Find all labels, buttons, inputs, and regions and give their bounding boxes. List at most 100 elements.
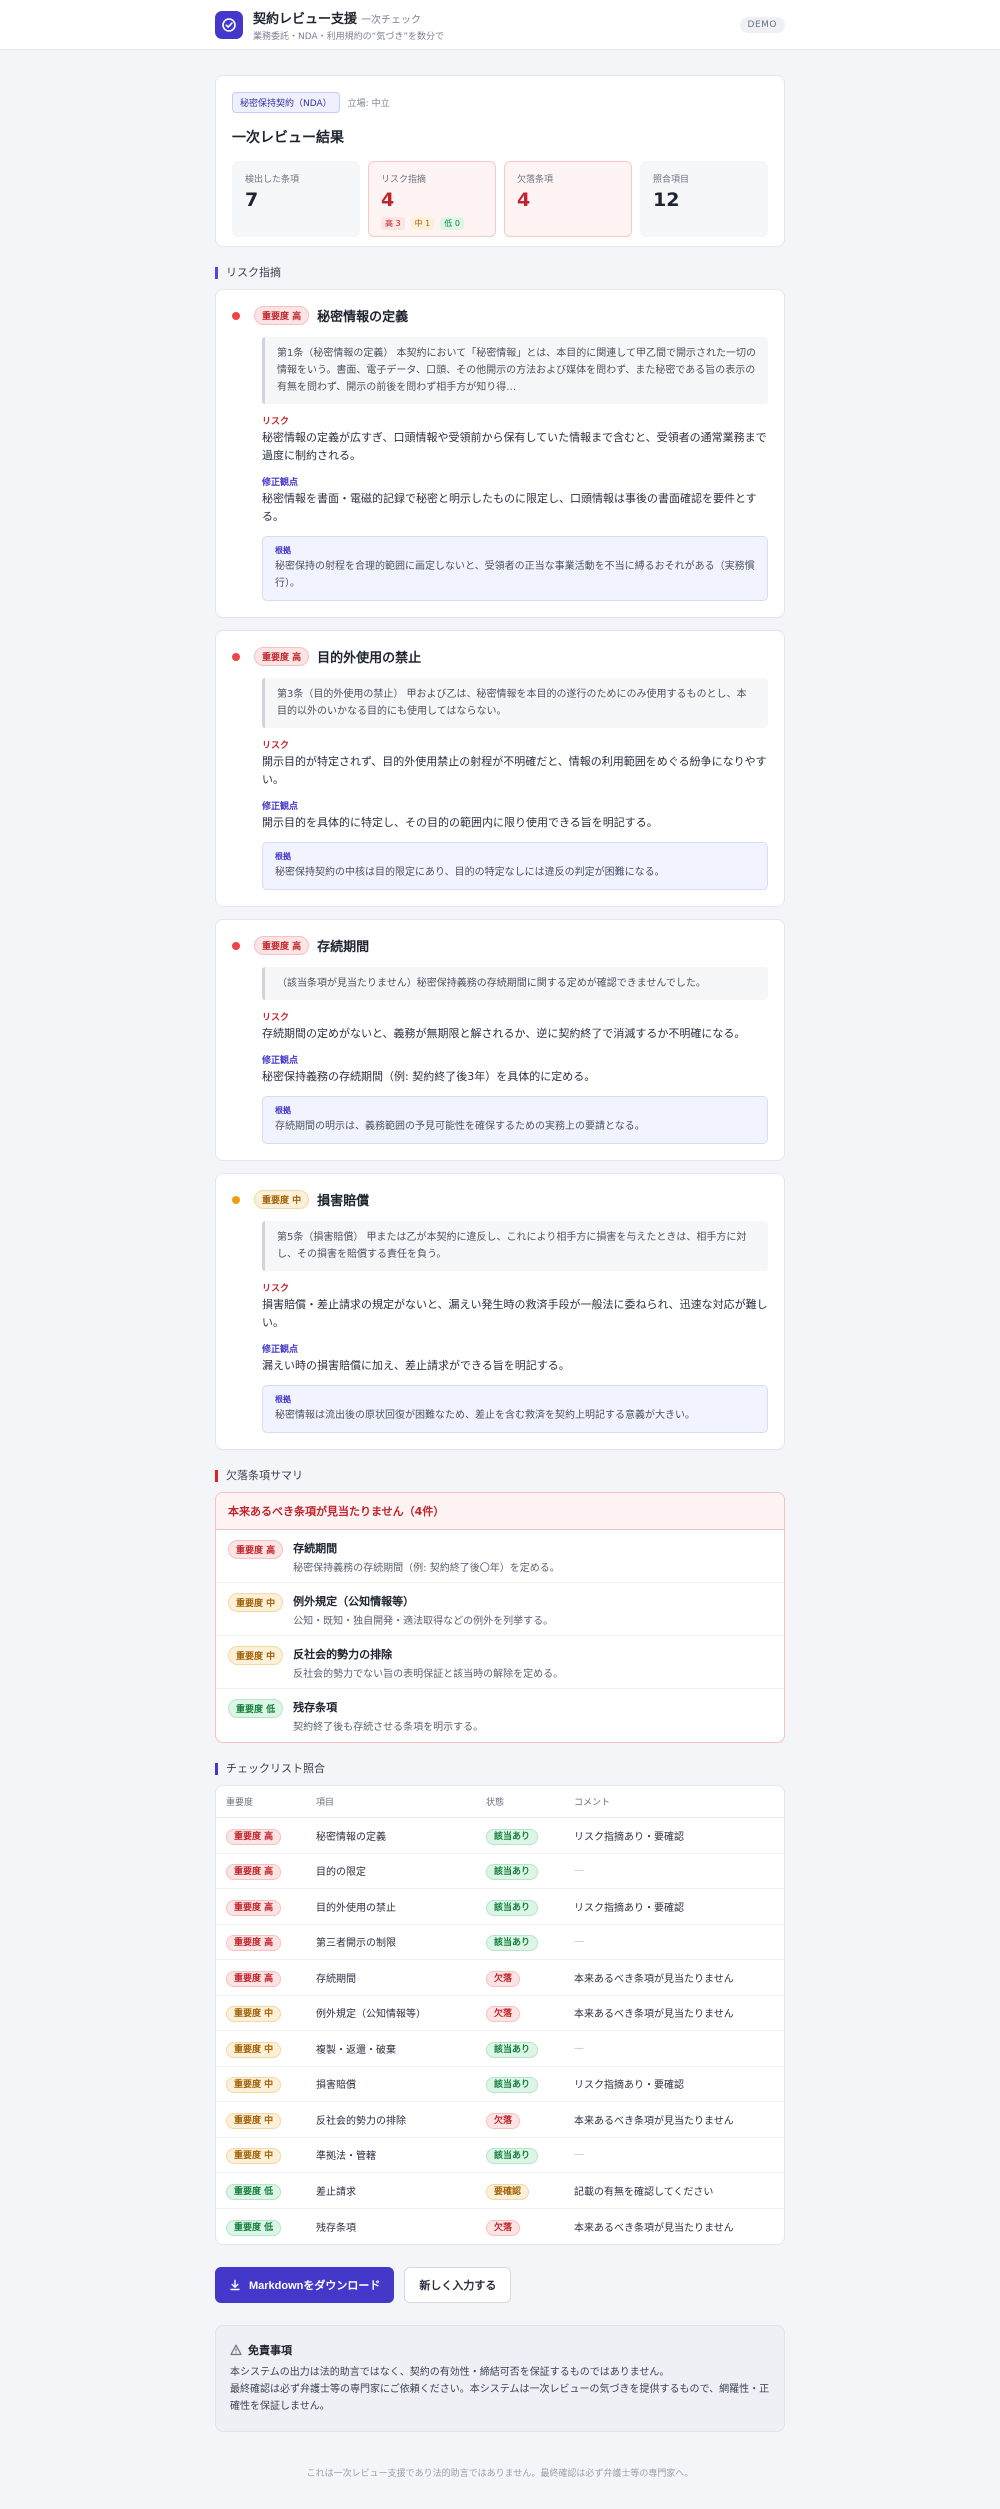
- item-name: 第三者開示の制限: [306, 1924, 476, 1960]
- checklist-table: 重要度 項目 状態 コメント 重要度 高秘密情報の定義 該当あり リスク指摘あり・要…: [216, 1786, 784, 2244]
- item-name: 目的外使用の禁止: [306, 1888, 476, 1925]
- severity-badge: 重要度 中: [228, 1593, 284, 1612]
- status-badge: 該当あり: [486, 1899, 539, 1916]
- column-header: 状態: [476, 1786, 564, 1818]
- risk-label: リスク: [262, 741, 290, 751]
- status-badge: 欠落: [486, 2006, 521, 2023]
- comment-cell: リスク指摘あり・要確認: [564, 1888, 784, 1925]
- stat-detected-clauses: 検出した条項 7: [232, 161, 360, 237]
- severity-dot: [232, 311, 240, 320]
- status-badge: 該当あり: [486, 1935, 539, 1952]
- table-row: 重要度 高 第三者開示の制限 該当あり —: [216, 1924, 784, 1960]
- risk-text: 秘密情報の定義が広すぎ、口頭情報や受領前から保有していた情報まで含むと、受領者の…: [262, 431, 767, 462]
- contract-type-chip: 秘密保持契約（NDA）: [232, 92, 340, 113]
- missing-item: 重要度 低 残存条項 契約終了後も存続させる条項を明示する。: [216, 1689, 784, 1742]
- risk-text: 損害賠償・差止請求の規定がないと、漏えい発生時の救済手段が一般法に委ねられ、迅速…: [262, 1298, 768, 1329]
- severity-dot: [232, 652, 240, 661]
- column-header: 項目: [306, 1786, 476, 1818]
- comment-cell: リスク指摘あり・要確認: [564, 1817, 784, 1854]
- fix-label: 修正観点: [262, 478, 299, 488]
- comment-cell: 本来あるべき条項が見当たりません: [564, 1959, 784, 1996]
- warning-icon: [230, 2344, 242, 2355]
- column-header: 重要度: [216, 1786, 306, 1818]
- severity-dot: [232, 1195, 240, 1204]
- basis-box: 根拠 秘密情報は流出後の原状回復が困難なため、差止を含む救済を契約上明記する意義…: [262, 1385, 768, 1433]
- item-name: 準拠法・管轄: [306, 2137, 476, 2173]
- severity-badge: 重要度 中: [226, 2148, 282, 2165]
- comment-cell: —: [564, 1924, 784, 1960]
- table-row: 重要度 高 目的の限定 該当あり —: [216, 1853, 784, 1889]
- comment-cell: —: [564, 2030, 784, 2067]
- item-name: 存続期間: [306, 1959, 476, 1996]
- missing-header: 本来あるべき条項が見当たりません（4件）: [216, 1493, 784, 1530]
- basis-box: 根拠 存続期間の明示は、義務範囲の予見可能性を確保するための実務上の要請となる。: [262, 1096, 768, 1144]
- stance-label: 立場: 中立: [347, 99, 390, 109]
- risk-title: 秘密情報の定義: [317, 310, 409, 325]
- fix-text: 漏えい時の損害賠償に加え、差止請求ができる旨を明記する。: [262, 1359, 570, 1372]
- severity-badge: 重要度 中: [226, 2041, 282, 2058]
- fix-text: 秘密保持義務の存続期間（例: 契約終了後3年）を具体的に定める。: [262, 1070, 596, 1083]
- table-row: 重要度 中 損害賠償 該当あり リスク指摘あり・要確認: [216, 2066, 784, 2102]
- missing-clauses-card: 本来あるべき条項が見当たりません（4件） 重要度 高 存続期間 秘密保持義務の存続…: [215, 1492, 785, 1743]
- disclaimer-box: 免責事項 本システムの出力は法的助言ではなく、契約の有効性・締結可否を保証するも…: [215, 2324, 785, 2432]
- clause-quote: 第1条（秘密情報の定義） 本契約において「秘密情報」とは、本目的に関連して甲乙間…: [262, 337, 768, 404]
- summary-title: 一次レビュー結果: [232, 130, 344, 146]
- severity-badge: 重要度 中: [228, 1646, 284, 1665]
- item-name: 目的の限定: [306, 1853, 476, 1889]
- comment-cell: —: [564, 1853, 784, 1889]
- severity-badge: 重要度 高: [226, 1864, 282, 1881]
- severity-badge: 重要度 低: [226, 2219, 282, 2236]
- clause-quote: （該当条項が見当たりません）秘密保持義務の存続期間に関する定めが確認できませんで…: [262, 967, 768, 1000]
- severity-badge: 重要度 高: [228, 1540, 284, 1559]
- status-badge: 欠落: [486, 2219, 521, 2236]
- checklist-table-card: 重要度 項目 状態 コメント 重要度 高秘密情報の定義 該当あり リスク指摘あり・要…: [215, 1785, 785, 2245]
- risk-label: リスク: [262, 1284, 290, 1294]
- risk-title: 損害賠償: [317, 1194, 370, 1209]
- severity-badge: 重要度 高: [226, 1970, 282, 1987]
- severity-dot: [232, 941, 240, 950]
- severity-badge: 重要度 高: [254, 647, 310, 666]
- download-markdown-button[interactable]: Markdownをダウンロード: [215, 2266, 395, 2303]
- low-count-badge: 低 0: [440, 217, 464, 230]
- status-badge: 欠落: [486, 2112, 521, 2129]
- risk-card: 重要度 高 目的外使用の禁止 第3条（目的外使用の禁止） 甲および乙は、秘密情報…: [215, 630, 785, 907]
- check-circle-icon: [215, 10, 243, 39]
- fix-text: 開示目的を具体的に特定し、その目的の範囲内に限り使用できる旨を明記する。: [262, 816, 658, 829]
- missing-section-title: 欠落条項サマリ: [215, 1470, 785, 1482]
- column-header: コメント: [564, 1786, 784, 1818]
- table-row: 重要度 中 例外規定（公知情報等） 欠落 本来あるべき条項が見当たりません: [216, 1995, 784, 2031]
- item-name: 例外規定（公知情報等）: [306, 1995, 476, 2031]
- status-badge: 要確認: [486, 2183, 530, 2200]
- risk-card: 重要度 高 存続期間 （該当条項が見当たりません）秘密保持義務の存続期間に関する…: [215, 919, 785, 1161]
- new-input-button[interactable]: 新しく入力する: [404, 2266, 512, 2303]
- mid-count-badge: 中 1: [410, 217, 435, 230]
- clause-quote: 第3条（目的外使用の禁止） 甲および乙は、秘密情報を本目的の遂行のためにのみ使用…: [262, 678, 768, 728]
- comment-cell: —: [564, 2137, 784, 2173]
- risk-title: 目的外使用の禁止: [317, 651, 422, 666]
- severity-badge: 重要度 高: [254, 306, 310, 325]
- comment-cell: 本来あるべき条項が見当たりません: [574, 2222, 734, 2234]
- disclaimer-line: 最終確認は必ず弁護士等の専門家にご依頼ください。本システムは一次レビューの気づき…: [230, 2383, 770, 2412]
- table-row: 重要度 低 残存条項 欠落 本来あるべき条項が見当たりません: [216, 2208, 784, 2244]
- table-header-row: 重要度 項目 状態 コメント: [216, 1786, 784, 1818]
- severity-badge: 重要度 高: [226, 1935, 282, 1952]
- clause-quote: 第5条（損害賠償） 甲または乙が本契約に違反し、これにより相手方に損害を与えたと…: [262, 1221, 768, 1271]
- severity-badge: 重要度 中: [226, 2112, 282, 2129]
- risk-label: リスク: [262, 417, 290, 427]
- missing-item: 重要度 中 反社会的勢力の排除 反社会的勢力でない旨の表明保証と該当時の解除を定め…: [216, 1636, 784, 1689]
- brand: 契約レビュー支援 一次チェック 業務委託・NDA・利用規約の“気づき”を数分で: [215, 8, 444, 42]
- item-name: 残存条項: [316, 2222, 356, 2234]
- status-badge: 欠落: [486, 1970, 521, 1987]
- comment-cell: 本来あるべき条項が見当たりません: [564, 1995, 784, 2031]
- risk-text: 開示目的が特定されず、目的外使用禁止の射程が不明確だと、情報の利用範囲をめぐる紛…: [262, 755, 767, 786]
- demo-badge: DEMO: [739, 16, 785, 33]
- severity-badge: 重要度 中: [254, 1190, 310, 1209]
- stat-risk-findings: リスク指摘 4 高 3 中 1 低 0: [368, 161, 496, 237]
- severity-badge: 重要度 低: [226, 2183, 282, 2200]
- item-name: 反社会的勢力の排除: [306, 2101, 476, 2138]
- status-badge: 該当あり: [486, 2041, 539, 2058]
- severity-badge: 重要度 中: [226, 2006, 282, 2023]
- table-row: 重要度 中 複製・返還・破棄 該当あり —: [216, 2030, 784, 2067]
- fix-label: 修正観点: [262, 1056, 299, 1066]
- stat-checked-items: 照合項目 12: [640, 161, 768, 237]
